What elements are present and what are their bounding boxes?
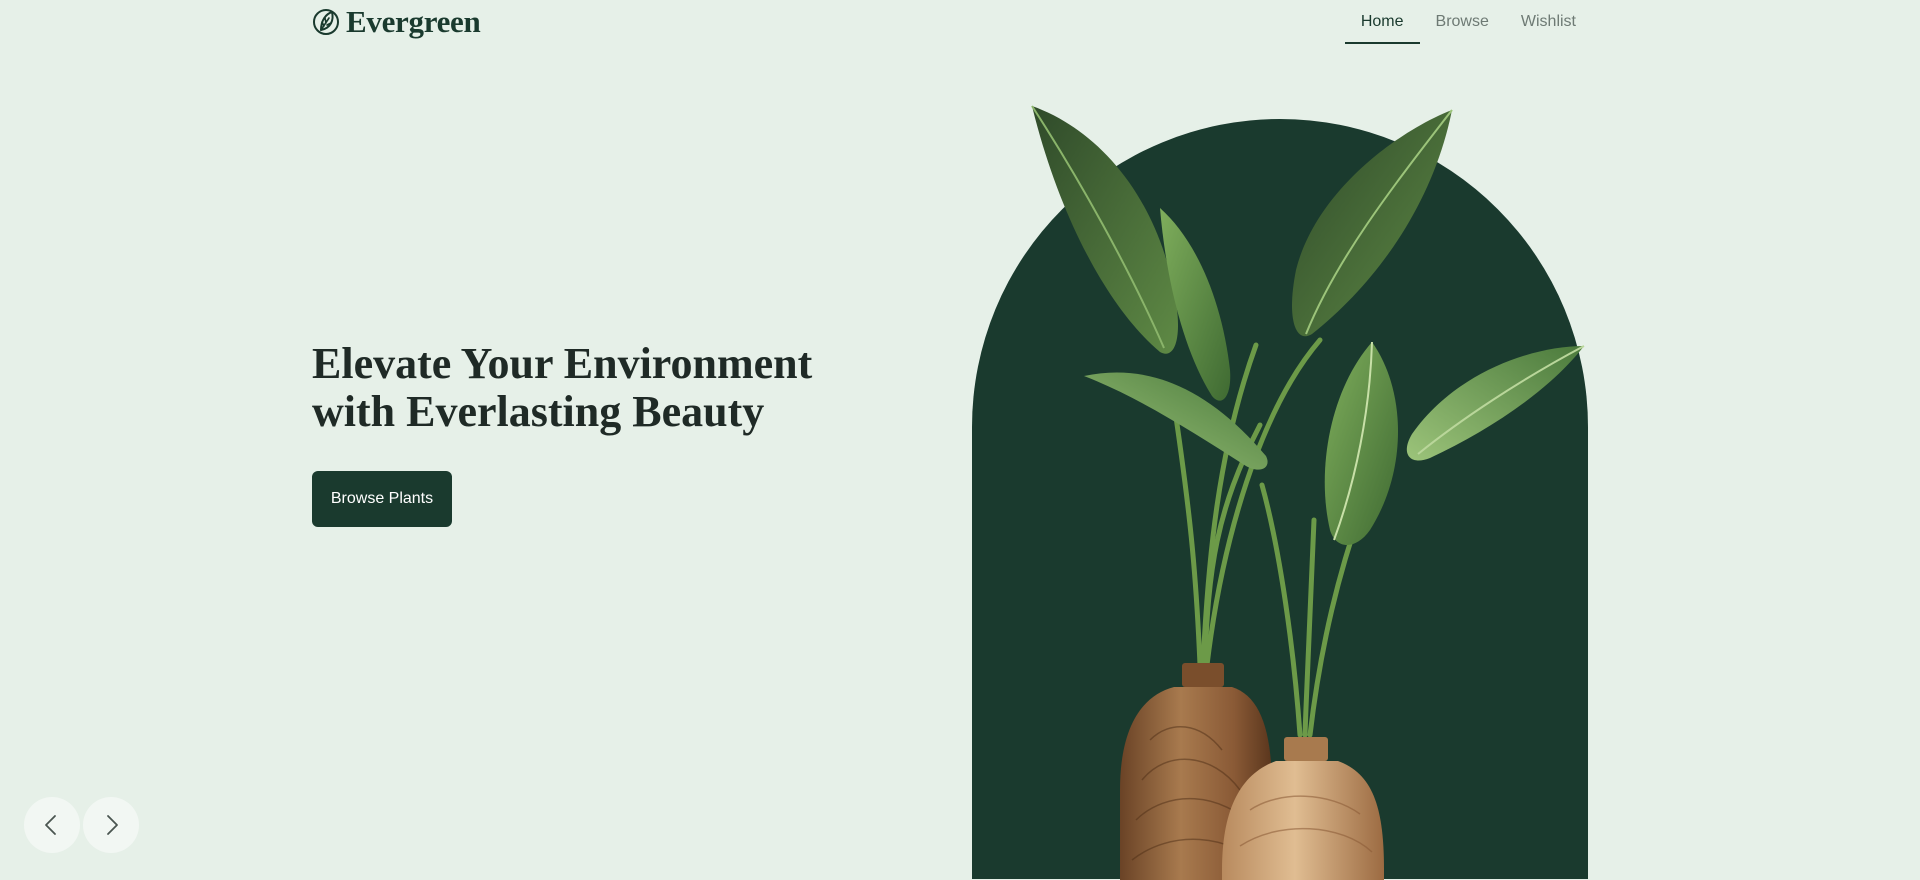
carousel-next-button[interactable]: [83, 797, 139, 853]
brand-logo[interactable]: Evergreen: [312, 4, 481, 39]
browse-plants-button[interactable]: Browse Plants: [312, 471, 452, 527]
nav-item-home[interactable]: Home: [1344, 0, 1420, 44]
chevron-left-icon: [45, 815, 56, 835]
hero-plant-image: [1031, 105, 1585, 880]
main-nav: Home Browse Wishlist: [1344, 0, 1592, 44]
brand-name: Evergreen: [346, 4, 481, 39]
hero-title-line-1: Elevate Your Environment: [312, 339, 813, 388]
leaf-icon: [313, 9, 339, 35]
nav-item-wishlist[interactable]: Wishlist: [1505, 0, 1592, 44]
carousel-prev-button[interactable]: [24, 797, 80, 853]
chevron-right-icon: [107, 815, 118, 835]
hero-title: Elevate Your Environment with Everlastin…: [312, 340, 912, 436]
nav-item-browse[interactable]: Browse: [1420, 0, 1505, 44]
hero-title-line-2: with Everlasting Beauty: [312, 387, 765, 436]
site-header: Evergreen Home Browse Wishlist: [0, 0, 1920, 46]
